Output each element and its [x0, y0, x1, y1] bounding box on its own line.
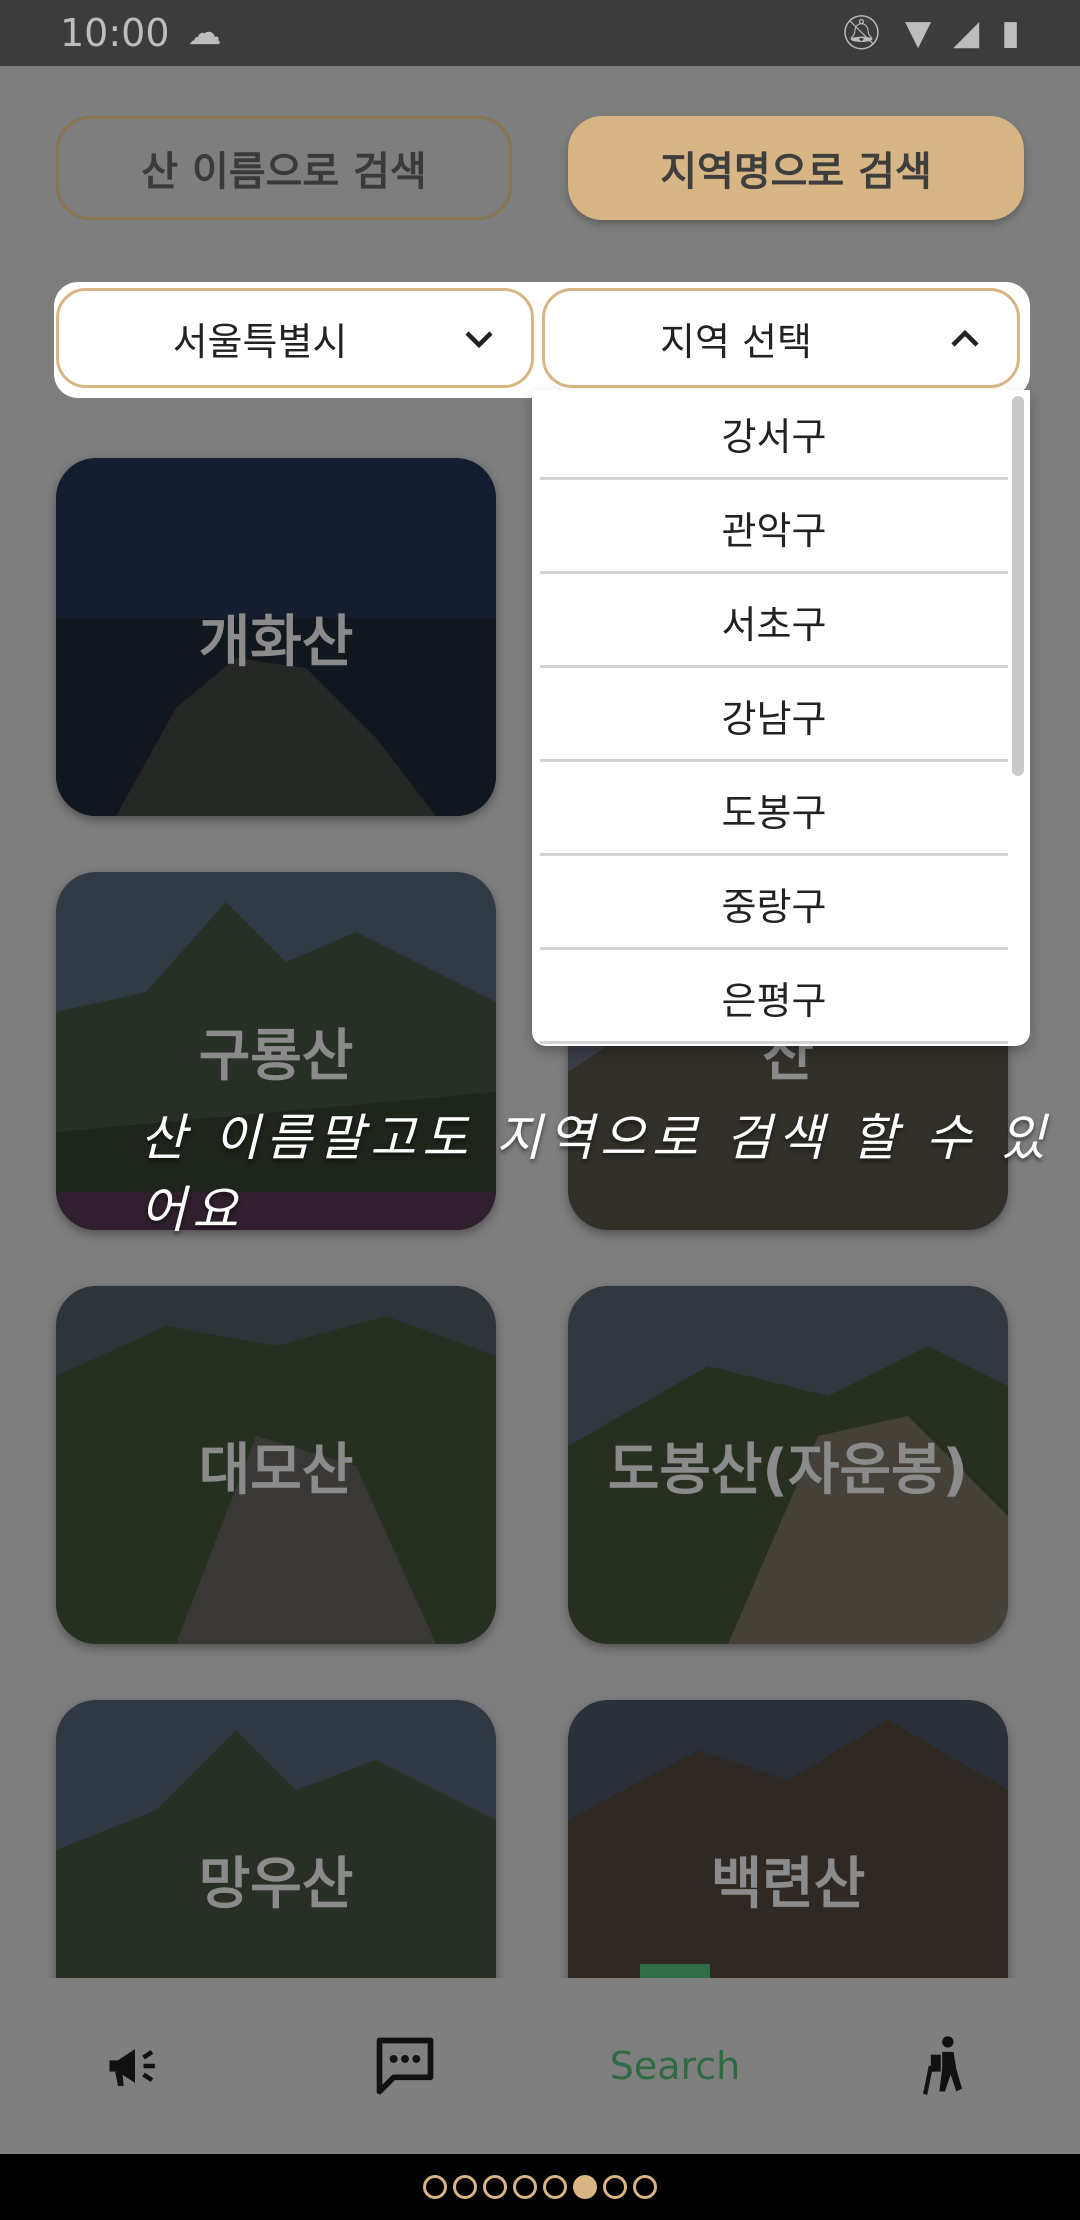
chat-bubble-icon — [376, 2037, 434, 2095]
mountain-card[interactable]: 망우산 — [56, 1700, 496, 1978]
status-bar: 10:00 ☁ 🔕︎ ▼ ◢ ▮ — [0, 0, 1080, 66]
status-time: 10:00 — [60, 11, 170, 55]
hint-overlay-text: 산 이름말고도 지역으로 검색 할 수 있어요 — [140, 1109, 1052, 1239]
search-by-region-button[interactable]: 지역명으로 검색 — [568, 116, 1024, 220]
page-dot — [483, 2175, 507, 2199]
page-dot — [543, 2175, 567, 2199]
nav-announcements[interactable] — [80, 1978, 190, 2154]
mountain-name: 대모산 — [198, 1437, 354, 1503]
district-select-value: 지역 선택 — [660, 319, 812, 364]
search-by-region-label: 지역명으로 검색 — [660, 149, 932, 195]
cloud-icon: ☁ — [187, 13, 222, 53]
hiker-icon — [923, 2036, 962, 2095]
chevron-down-icon — [465, 331, 493, 349]
signal-icon: ◢ — [953, 13, 980, 53]
chevron-up-icon — [951, 329, 979, 347]
nav-hiking[interactable] — [890, 1978, 1000, 2154]
mountain-card[interactable]: 대모산 — [56, 1286, 496, 1644]
dropdown-scrollbar[interactable] — [1012, 396, 1024, 776]
page-dot — [453, 2175, 477, 2199]
page-dot — [603, 2175, 627, 2199]
city-select[interactable]: 서울특별시 — [56, 288, 534, 388]
city-select-value: 서울특별시 — [172, 319, 348, 364]
main-content: 산 이름으로 검색 지역명으로 검색 서울특별시 지역 선택 개화산 구룡산 산… — [0, 66, 1080, 1978]
search-by-name-button[interactable]: 산 이름으로 검색 — [56, 116, 512, 220]
nav-chat[interactable] — [350, 1978, 460, 2154]
page-dot — [633, 2175, 657, 2199]
page-dot — [573, 2175, 597, 2199]
dropdown-option[interactable]: 은평구 — [540, 954, 1008, 1044]
dropdown-option[interactable]: 도봉구 — [540, 766, 1008, 856]
dropdown-option[interactable]: 강서구 — [540, 390, 1008, 480]
mountain-card[interactable]: 개화산 — [56, 458, 496, 816]
district-dropdown-list: 강서구 관악구 서초구 강남구 도봉구 중랑구 은평구 — [532, 390, 1030, 1046]
bottom-navigation: Search — [0, 1978, 1080, 2154]
page-dot — [423, 2175, 447, 2199]
page-dot — [513, 2175, 537, 2199]
battery-icon: ▮ — [1001, 13, 1020, 53]
dropdown-option[interactable]: 관악구 — [540, 484, 1008, 574]
mountain-name: 망우산 — [198, 1851, 354, 1917]
notifications-off-icon: 🔕︎ — [839, 13, 883, 53]
dropdown-option[interactable]: 서초구 — [540, 578, 1008, 668]
district-select[interactable]: 지역 선택 — [542, 288, 1020, 388]
mountain-name: 백련산 — [710, 1851, 866, 1917]
dropdown-option[interactable]: 강남구 — [540, 672, 1008, 762]
mountain-name: 도봉산(자운봉) — [607, 1437, 969, 1503]
nav-search[interactable]: Search — [600, 1978, 750, 2154]
region-select-panel: 서울특별시 지역 선택 — [54, 282, 1030, 398]
search-by-name-label: 산 이름으로 검색 — [141, 149, 427, 195]
mountain-card[interactable]: 도봉산(자운봉) — [568, 1286, 1008, 1644]
nav-search-label: Search — [609, 2044, 741, 2088]
megaphone-icon — [109, 2049, 155, 2086]
mountain-card[interactable]: 백련산 — [568, 1700, 1008, 1978]
page-indicator — [0, 2154, 1080, 2220]
wifi-icon: ▼ — [904, 13, 932, 53]
mountain-name: 개화산 — [198, 609, 354, 675]
dropdown-option[interactable]: 중랑구 — [540, 860, 1008, 950]
